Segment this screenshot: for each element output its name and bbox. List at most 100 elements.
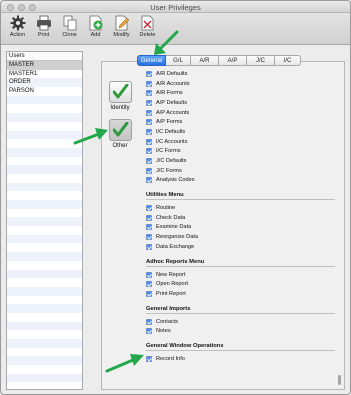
empty-row — [7, 321, 82, 331]
tab-jc[interactable]: J/C — [247, 55, 275, 66]
empty-row — [7, 278, 82, 287]
checkbox[interactable] — [146, 119, 152, 126]
empty-row — [7, 157, 82, 166]
gear-icon — [10, 15, 25, 31]
user-row[interactable]: MASTER1 — [7, 70, 82, 79]
tab-ic[interactable]: I/C — [275, 55, 301, 66]
checkbox[interactable] — [146, 90, 152, 97]
checkbox[interactable] — [146, 70, 152, 77]
privilege-item[interactable]: Analysis Codes — [146, 176, 335, 186]
checkbox[interactable] — [146, 158, 152, 165]
empty-row — [7, 296, 82, 305]
privilege-item[interactable]: J/C Defaults — [146, 156, 335, 166]
empty-row — [7, 104, 82, 113]
title-bar: User Privileges — [1, 1, 350, 13]
checkbox[interactable] — [146, 205, 152, 212]
identity-label: Identity — [110, 105, 130, 111]
add-button[interactable]: Add — [83, 15, 108, 45]
checkbox[interactable] — [146, 99, 152, 106]
privilege-item[interactable]: New Report — [146, 270, 335, 280]
privilege-item[interactable]: Routine — [146, 203, 335, 213]
empty-row — [7, 261, 82, 270]
users-list[interactable]: Users MASTER MASTER1 ORDER PARSON — [6, 51, 83, 390]
empty-row — [7, 373, 82, 383]
empty-row — [7, 165, 82, 174]
section-header-utilities: Utilities Menu — [146, 190, 335, 201]
empty-row — [7, 209, 82, 218]
empty-row — [7, 191, 82, 200]
privilege-item[interactable]: A/R Forms — [146, 88, 335, 98]
checkbox[interactable] — [146, 138, 152, 145]
action-button[interactable]: Action — [5, 15, 30, 45]
privilege-item[interactable]: A/R Accounts — [146, 79, 335, 89]
privilege-item[interactable]: I/C Accounts — [146, 137, 335, 147]
checkbox[interactable] — [146, 148, 152, 155]
clone-label: Clone — [62, 32, 77, 38]
checkbox[interactable] — [146, 281, 152, 288]
checkbox[interactable] — [146, 128, 152, 135]
empty-row — [7, 348, 82, 357]
checkbox[interactable] — [146, 214, 152, 221]
checkbox[interactable] — [146, 234, 152, 241]
privilege-item[interactable]: I/C Defaults — [146, 127, 335, 137]
user-row[interactable]: MASTER — [7, 61, 82, 70]
user-privileges-window: User Privileges Action Print Clone Add M… — [0, 0, 351, 395]
privilege-item[interactable]: A/P Accounts — [146, 108, 335, 118]
privilege-item[interactable]: Examine Data — [146, 223, 335, 233]
print-button[interactable]: Print — [31, 15, 56, 45]
empty-row — [7, 174, 82, 183]
printer-icon — [36, 15, 51, 31]
arrow-to-other-button — [73, 128, 108, 145]
empty-row — [7, 200, 82, 209]
empty-row — [7, 147, 82, 157]
user-row[interactable]: PARSON — [7, 87, 82, 96]
privilege-list: A/R Defaults A/R Accounts A/R Forms A/P … — [146, 69, 335, 364]
modify-button[interactable]: Modify — [109, 15, 134, 45]
checkbox[interactable] — [146, 328, 152, 335]
privilege-item[interactable]: A/P Defaults — [146, 98, 335, 108]
arrow-to-general-tab — [154, 30, 179, 55]
empty-row — [7, 217, 82, 227]
empty-row — [7, 269, 82, 279]
checkbox[interactable] — [146, 290, 152, 297]
checkmark-icon — [113, 122, 129, 137]
action-label: Action — [9, 32, 26, 38]
checkbox[interactable] — [146, 271, 152, 278]
section-header-general-imports: General Imports — [146, 304, 335, 314]
checkbox[interactable] — [146, 109, 152, 116]
tab-ap[interactable]: A/P — [219, 55, 247, 66]
user-row[interactable]: ORDER — [7, 78, 82, 88]
privilege-item[interactable]: Data Exchange — [146, 242, 335, 252]
privilege-item[interactable]: Notes — [146, 326, 335, 336]
section-header-window-operations: General Window Operations — [146, 341, 335, 352]
privilege-item[interactable]: J/C Forms — [146, 166, 335, 176]
scroll-thumb[interactable] — [338, 375, 341, 385]
checkbox[interactable] — [146, 80, 152, 87]
identity-button[interactable] — [109, 81, 132, 103]
checkbox[interactable] — [146, 243, 152, 250]
checkbox[interactable] — [146, 224, 152, 231]
arrow-to-record-info — [105, 354, 144, 373]
other-button[interactable] — [109, 119, 132, 141]
modify-icon — [115, 15, 129, 31]
checkbox[interactable] — [146, 167, 152, 174]
privilege-item[interactable]: Print Report — [146, 289, 335, 299]
privilege-item[interactable]: I/C Forms — [146, 147, 335, 157]
scrollbar[interactable] — [337, 65, 343, 389]
empty-row — [7, 330, 82, 339]
privilege-item[interactable]: Check Data — [146, 213, 335, 223]
tab-ar[interactable]: A/R — [191, 55, 219, 66]
modify-label: Modify — [113, 32, 130, 38]
privilege-item[interactable]: Reorganize Data — [146, 232, 335, 242]
empty-row — [7, 243, 82, 252]
privilege-item[interactable]: Record Info — [146, 354, 335, 364]
privilege-item[interactable]: Contacts — [146, 317, 335, 327]
privilege-item[interactable]: A/P Forms — [146, 117, 335, 127]
privilege-item[interactable]: A/R Defaults — [146, 69, 335, 79]
clone-button[interactable]: Clone — [57, 15, 82, 45]
checkbox[interactable] — [146, 177, 152, 184]
checkbox[interactable] — [146, 318, 152, 325]
privilege-item[interactable]: Open Report — [146, 279, 335, 289]
empty-row — [7, 304, 82, 313]
section-header-adhoc-reports: Adhoc Reports Menu — [146, 257, 335, 267]
